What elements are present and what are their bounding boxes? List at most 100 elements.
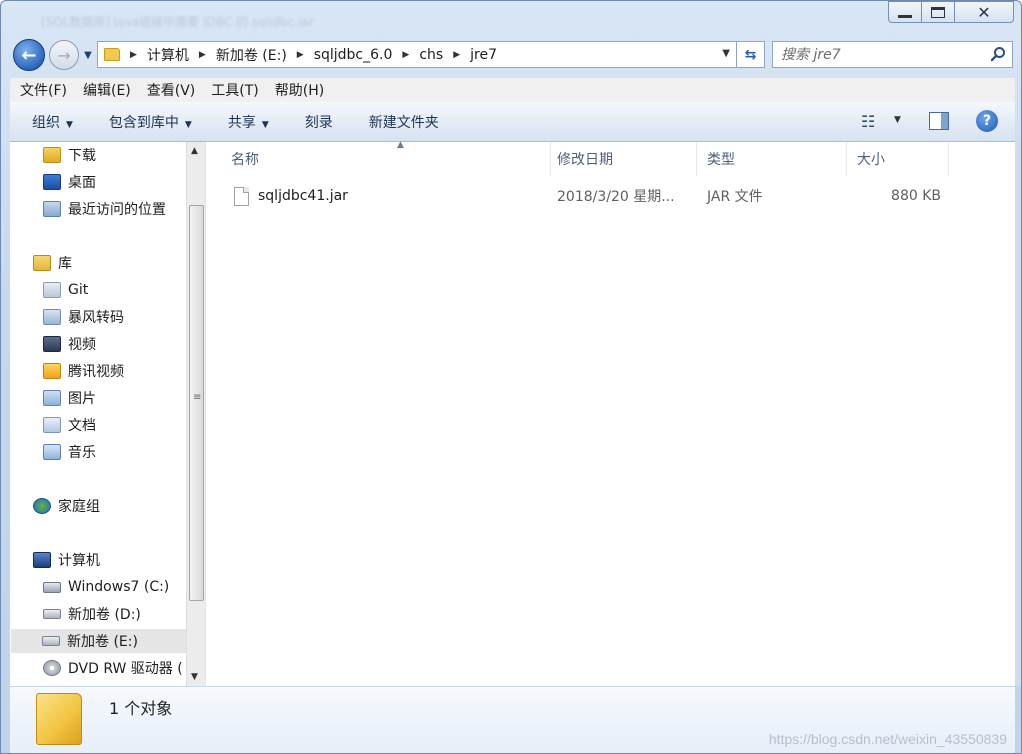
share-button[interactable]: 共享 ▼ [228, 112, 269, 132]
sidebar-item-pictures[interactable]: 图片 [43, 386, 96, 410]
sidebar-item-drive-d[interactable]: 新加卷 (D:) [43, 602, 141, 626]
scrollbar-thumb[interactable]: ≡ [189, 205, 204, 601]
item-count: 1 个对象 [109, 699, 173, 718]
navigation-pane: 下载 桌面 最近访问的位置 库 Git 暴风转码 视频 腾讯视频 图片 文档 音… [10, 142, 206, 686]
video-library-icon [43, 336, 61, 352]
sidebar-item-storm[interactable]: 暴风转码 [43, 305, 124, 329]
breadcrumb-chs[interactable]: chs [419, 47, 443, 63]
sidebar-item-computer[interactable]: 计算机 [33, 548, 100, 572]
dvd-drive-icon [43, 660, 61, 676]
chevron-right-icon[interactable]: ▶ [402, 50, 409, 60]
refresh-button[interactable]: ⇆ [737, 41, 765, 68]
desktop-icon [43, 174, 61, 190]
sidebar-item-label: 库 [58, 256, 72, 272]
download-folder-icon [43, 147, 61, 163]
sidebar-item-label: 下载 [68, 148, 96, 164]
sidebar-item-tencent-video[interactable]: 腾讯视频 [43, 359, 124, 383]
breadcrumb-drive-e[interactable]: 新加卷 (E:) [216, 45, 287, 65]
organize-label: 组织 [32, 114, 60, 131]
address-bar[interactable]: ▶ 计算机 ▶ 新加卷 (E:) ▶ sqljdbc_6.0 ▶ chs ▶ j… [97, 41, 737, 68]
menu-help[interactable]: 帮助(H) [275, 80, 324, 100]
breadcrumb-sqljdbc[interactable]: sqljdbc_6.0 [314, 47, 393, 63]
menu-file[interactable]: 文件(F) [20, 80, 67, 100]
sidebar-item-drive-e[interactable]: 新加卷 (E:) [11, 629, 186, 653]
sidebar-item-label: 图片 [68, 391, 96, 407]
scroll-down-icon[interactable]: ▼ [191, 672, 198, 682]
maximize-icon [931, 6, 945, 18]
sidebar-item-label: 暴风转码 [68, 310, 124, 326]
menu-tools[interactable]: 工具(T) [211, 80, 258, 100]
back-button[interactable]: ← [13, 39, 45, 71]
drive-icon [43, 609, 61, 619]
computer-icon [33, 552, 51, 568]
sidebar-item-label: 家庭组 [58, 499, 100, 515]
title-bar[interactable]: [SQL数据库] Java链接中需要 JDBC 的 sqljdbc.jar ✕ [1, 1, 1021, 33]
breadcrumb-jre7[interactable]: jre7 [470, 47, 497, 63]
chevron-right-icon[interactable]: ▶ [453, 50, 460, 60]
sidebar-item-label: 最近访问的位置 [68, 202, 166, 218]
sidebar-item-videos[interactable]: 视频 [43, 332, 96, 356]
documents-library-icon [43, 417, 61, 433]
search-input[interactable] [781, 46, 981, 63]
chevron-right-icon[interactable]: ▶ [199, 50, 206, 60]
include-in-library-button[interactable]: 包含到库中 ▼ [109, 112, 192, 132]
sidebar-item-recent-places[interactable]: 最近访问的位置 [43, 197, 166, 221]
burn-button[interactable]: 刻录 [305, 112, 333, 132]
include-in-library-label: 包含到库中 [108, 114, 179, 131]
change-view-icon[interactable]: ☷ [861, 112, 875, 131]
organize-button[interactable]: 组织 ▼ [32, 112, 73, 132]
sidebar-item-libraries[interactable]: 库 [33, 251, 72, 275]
sidebar-item-label: 文档 [68, 418, 96, 434]
sidebar-item-label: 计算机 [58, 553, 100, 569]
column-label: 大小 [857, 152, 885, 168]
column-header-size[interactable]: 大小 [847, 142, 949, 176]
new-folder-button[interactable]: 新建文件夹 [369, 112, 439, 132]
navigation-row: ← → ▼ ▶ 计算机 ▶ 新加卷 (E:) ▶ sqljdbc_6.0 ▶ c… [1, 37, 1021, 73]
column-label: 类型 [707, 152, 735, 168]
close-button[interactable]: ✕ [954, 1, 1014, 23]
menu-bar: 文件(F) 编辑(E) 查看(V) 工具(T) 帮助(H) [10, 78, 1015, 102]
tencent-library-icon [43, 363, 61, 379]
sidebar-item-drive-c[interactable]: Windows7 (C:) [43, 575, 169, 599]
sidebar-item-documents[interactable]: 文档 [43, 413, 96, 437]
scroll-up-icon[interactable]: ▲ [191, 146, 198, 156]
preview-pane-button[interactable] [929, 112, 949, 130]
address-history-dropdown-icon[interactable]: ▼ [722, 48, 730, 59]
sidebar-item-downloads[interactable]: 下载 [43, 143, 96, 167]
view-options-dropdown-icon[interactable]: ▼ [894, 115, 901, 125]
menu-edit[interactable]: 编辑(E) [83, 80, 131, 100]
sidebar-item-dvd-drive[interactable]: DVD RW 驱动器 ( [43, 656, 183, 680]
column-header-type[interactable]: 类型 [697, 142, 847, 176]
help-icon[interactable]: ? [976, 110, 998, 132]
file-size: 880 KB [891, 188, 941, 204]
sidebar-item-git[interactable]: Git [43, 278, 88, 302]
column-header-modified[interactable]: 修改日期 [547, 142, 697, 176]
forward-arrow-icon: → [57, 45, 71, 65]
column-header-name[interactable]: 名称 ▲ [221, 140, 551, 176]
watermark: https://blog.csdn.net/weixin_43550839 [768, 731, 1007, 747]
sidebar-item-label: Windows7 (C:) [68, 579, 170, 595]
menu-view[interactable]: 查看(V) [147, 80, 196, 100]
minimize-icon [898, 14, 912, 18]
sidebar-item-homegroup[interactable]: 家庭组 [33, 494, 100, 518]
sidebar-item-music[interactable]: 音乐 [43, 440, 96, 464]
recent-places-icon [43, 201, 61, 217]
chevron-right-icon[interactable]: ▶ [297, 50, 304, 60]
sidebar-item-label: 腾讯视频 [68, 364, 124, 380]
search-icon[interactable] [990, 46, 1006, 62]
recent-pages-dropdown[interactable]: ▼ [81, 47, 95, 63]
forward-button[interactable]: → [49, 40, 79, 70]
pictures-library-icon [43, 390, 61, 406]
minimize-button[interactable] [888, 1, 922, 23]
storm-library-icon [43, 309, 61, 325]
search-box[interactable] [772, 41, 1013, 68]
sidebar-item-desktop[interactable]: 桌面 [43, 170, 96, 194]
sidebar-item-label: 视频 [68, 337, 96, 353]
homegroup-icon [33, 498, 51, 514]
breadcrumb-computer[interactable]: 计算机 [147, 45, 189, 65]
sidebar-item-label: 桌面 [68, 175, 96, 191]
chevron-right-icon[interactable]: ▶ [130, 50, 137, 60]
navigation-scrollbar[interactable]: ▲ ≡ ▼ [186, 142, 205, 686]
maximize-button[interactable] [921, 1, 955, 23]
file-row[interactable]: sqljdbc41.jar [234, 185, 544, 207]
